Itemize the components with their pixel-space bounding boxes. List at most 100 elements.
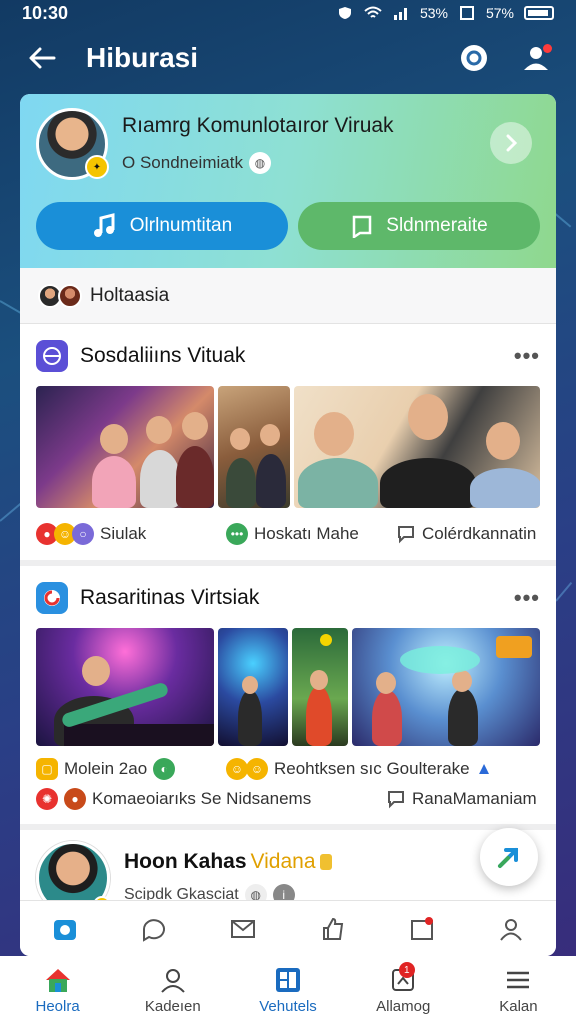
camera-home-icon[interactable] [51,915,79,943]
photo[interactable] [292,628,348,746]
laugh-icon: ☺ [226,758,248,780]
profile-row: ✦ Rıamrg Komunlotaıror Viruak O Sondneim… [36,108,540,180]
comment-button[interactable]: RanaMamaniam [386,789,537,809]
community-name: Rıamrg Komunlotaıror Viruak [122,114,394,137]
photo[interactable] [36,386,214,508]
reaction-row: ● ☺ ○ Siulak ••• Hoskatı Mahe Colérdkann… [36,508,540,560]
profile-text: Rıamrg Komunlotaıror Viruak O Sondneimia… [122,114,394,174]
members-row[interactable]: Holtaasia [20,268,556,324]
nav-item-home[interactable]: Heolra [0,956,115,1024]
person-icon[interactable] [497,915,525,943]
angry-icon: ✺ [36,788,58,810]
profile-name-highlight: Vidana [250,850,316,873]
game-reaction[interactable]: ▢ Molein 2ao ◐ [36,758,226,780]
notification-badge: 1 [398,962,415,978]
background-line [555,581,573,602]
grid-icon [276,967,300,992]
chat-reaction[interactable]: ••• Hoskatı Mahe [226,523,396,545]
reaction-label: Colérdkannatin [422,524,537,543]
post-card: Sosdaliiıns Vituak ••• ● ☺ ○ Siulak ••• … [20,324,556,566]
more-options-icon[interactable]: ••• [514,585,540,611]
back-button[interactable] [22,38,62,78]
refresh-app-icon [36,582,68,614]
section-label: Holtaasia [90,284,170,306]
community-header: ✦ Rıamrg Komunlotaıror Viruak O Sondneim… [20,94,556,268]
profile-name-main: Hoon Kahas [124,850,247,873]
music-button[interactable]: Olrlnumtitan [36,202,288,250]
status-button[interactable] [456,40,492,76]
post-card: Rasaritinas Virtsiak ••• ▢ Molein 2ao ◐ … [20,566,556,830]
nav-item-notifications[interactable]: 1 Allamog [346,956,461,1024]
reaction-row: ▢ Molein 2ao ◐ ☺ ☺ Reohtksen sıc Goulter… [36,754,540,784]
surprise-icon: ☺ [246,758,268,780]
share-fab[interactable] [480,828,538,886]
page-title: Hiburasi [86,42,199,73]
avatar [58,283,82,308]
circle-status-icon [461,45,487,71]
nav-label: Kalan [499,997,538,1015]
globe-icon: ◍ [248,152,271,174]
photo[interactable] [218,628,288,746]
photo[interactable] [36,628,214,746]
chevron-right-button[interactable] [490,122,532,164]
music-button-label: Olrlnumtitan [129,215,233,236]
post-header: Sosdaliiıns Vituak ••• [36,340,540,372]
post-header: Rasaritinas Virtsiak ••• [36,582,540,614]
bookmark-icon [353,215,372,238]
comment-icon [398,526,414,544]
app-bar-actions [456,40,554,76]
like-reaction[interactable]: ● ☺ ○ Siulak [36,523,226,545]
status-time: 10:30 [22,2,69,23]
globe-app-icon [36,340,68,372]
chat-icon[interactable] [140,915,168,943]
avatar[interactable]: ✦ [36,108,109,180]
triangle-icon: ▲ [475,759,493,778]
drop-icon: ◐ [153,758,176,780]
wifi-icon [364,6,382,18]
photo[interactable] [352,628,540,746]
arrow-up-right-icon [498,848,518,868]
comment-icon [388,791,404,809]
fire-icon: ● [64,788,86,810]
mail-icon[interactable] [229,915,257,943]
nav-label: Allamog [376,997,431,1015]
account-button[interactable] [518,40,554,76]
status-icons: 5̈3% 5̈7% [336,5,554,21]
reaction-label: RanaMamaniam [412,789,537,808]
photo-gallery [36,386,540,508]
chat-bubble-icon: ••• [226,523,248,545]
lock-icon [319,854,332,870]
sim-icon [459,6,474,20]
post-title: Sosdaliiıns Vituak [80,344,246,367]
subtitle-text: O Sondneimiatk [122,153,243,172]
community-reaction[interactable]: ✺ ● Komaeoiarıks Se Nidsanems [36,788,386,810]
wow-icon: ○ [72,523,94,545]
arrow-left-icon [29,47,56,69]
nav-item-menu[interactable]: Kalan [461,956,576,1024]
community-subtitle: O Sondneimiatk ◍ [122,152,394,174]
nav-item-profile[interactable]: Kadeıen [115,956,230,1024]
nav-item-grid[interactable]: Vehutels [230,956,345,1024]
battery-percent-secondary: 5̈7% [485,5,514,21]
bookmark-button[interactable]: Sldnmeraite [297,202,540,250]
like-icon[interactable] [319,915,347,943]
home-icon [45,968,70,992]
game-icon: ▢ [36,758,58,780]
photo-gallery [36,628,540,746]
signal-icon [393,8,407,20]
battery-percent: 5̈3% [419,5,448,21]
reaction-label: Molein 2ao [64,759,148,778]
emoji-reaction[interactable]: ☺ ☺ Reohtksen sıc Goulterake ▲ [226,758,492,780]
badge-icon: ✦ [85,155,109,179]
main-card: ✦ Rıamrg Komunlotaıror Viruak O Sondneim… [20,94,556,956]
shield-icon [338,7,351,19]
nav-label: Kadeıen [144,997,201,1015]
photo[interactable] [218,386,290,508]
photo[interactable] [294,386,540,508]
nav-label: Vehutels [259,997,317,1015]
menu-icon [507,971,530,988]
reaction-label: Reohtksen sıc Goulterake [274,759,470,778]
calendar-icon[interactable] [408,915,436,943]
comment-button[interactable]: Colérdkannatin [396,524,536,544]
more-options-icon[interactable]: ••• [514,343,540,369]
